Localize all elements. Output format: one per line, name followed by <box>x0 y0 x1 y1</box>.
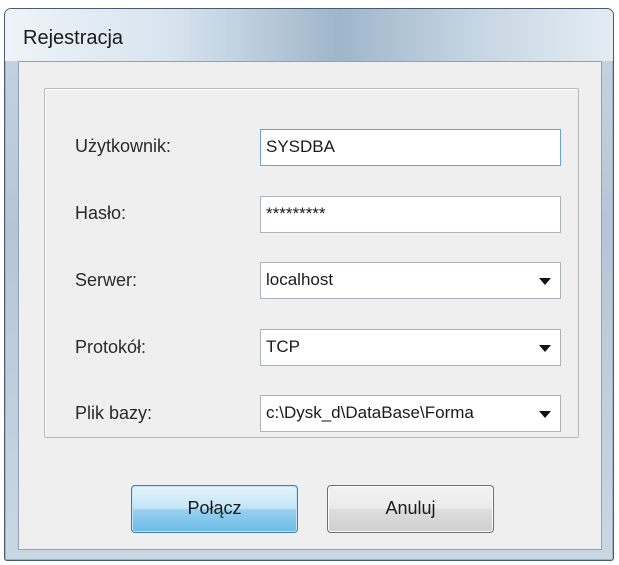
title-bar[interactable]: Rejestracja <box>5 9 613 61</box>
connection-group: Użytkownik: SYSDBA Hasło: ********* Serw… <box>44 88 579 438</box>
chevron-down-icon[interactable] <box>539 345 551 352</box>
password-field[interactable]: ********* <box>260 196 561 233</box>
window-title: Rejestracja <box>23 27 124 49</box>
connect-button[interactable]: Połącz <box>131 485 298 533</box>
user-field[interactable]: SYSDBA <box>260 129 561 166</box>
protocol-label: Protokół: <box>75 337 147 357</box>
protocol-value: TCP <box>266 337 300 356</box>
chevron-down-icon[interactable] <box>539 411 551 418</box>
cancel-button[interactable]: Anuluj <box>327 485 494 533</box>
database-label: Plik bazy: <box>75 403 153 423</box>
database-value: c:\Dysk_d\DataBase\Forma <box>266 403 474 422</box>
protocol-combobox[interactable]: TCP <box>260 329 561 366</box>
password-value: ********* <box>266 204 326 223</box>
chevron-down-icon[interactable] <box>539 278 551 285</box>
user-label: Użytkownik: <box>75 136 172 156</box>
server-value: localhost <box>266 270 334 289</box>
server-combobox[interactable]: localhost <box>260 262 561 299</box>
database-combobox[interactable]: c:\Dysk_d\DataBase\Forma <box>260 395 561 432</box>
login-dialog: Rejestracja Użytkownik: SYSDBA Hasło: **… <box>4 8 614 561</box>
password-label: Hasło: <box>75 203 127 223</box>
server-label: Serwer: <box>75 270 138 290</box>
user-value: SYSDBA <box>266 137 335 156</box>
dialog-client-area: Użytkownik: SYSDBA Hasło: ********* Serw… <box>18 61 602 550</box>
